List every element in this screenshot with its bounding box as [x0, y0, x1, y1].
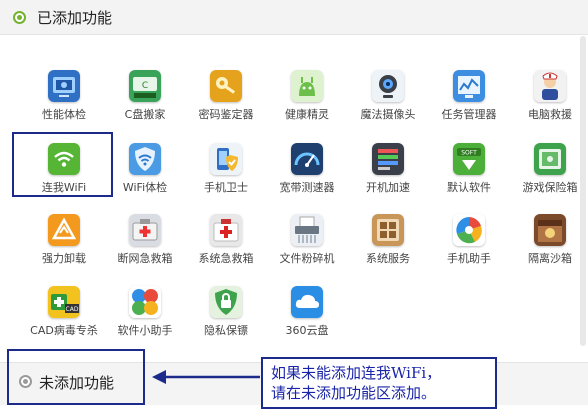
magic-camera-icon: [372, 70, 404, 102]
privacy-guard-icon: [210, 286, 242, 318]
app-item[interactable]: 隐私保镖: [188, 286, 264, 350]
app-label: 密码鉴定器: [198, 108, 254, 121]
app-label: 性能体检: [42, 108, 86, 121]
app-item[interactable]: 隔离沙箱: [512, 214, 588, 278]
app-label: 默认软件: [447, 181, 491, 194]
app-label: 360云盘: [285, 324, 329, 337]
app-item[interactable]: WiFi体检: [107, 143, 183, 207]
pc-rescue-icon: [534, 70, 566, 102]
default-software-icon: SOFT: [453, 143, 485, 175]
svg-text:CAD: CAD: [66, 306, 79, 313]
app-item[interactable]: 性能体检: [26, 70, 102, 134]
performance-check-icon: [48, 70, 80, 102]
highlight-box: [7, 349, 145, 405]
app-label: CAD病毒专杀: [30, 324, 98, 337]
app-item[interactable]: 360云盘: [269, 286, 345, 350]
phone-guard-icon: [210, 143, 242, 175]
health-sprite-icon: [291, 70, 323, 102]
svg-text:SOFT: SOFT: [461, 150, 477, 157]
app-item[interactable]: 软件小助手: [107, 286, 183, 350]
game-safe-icon: [534, 143, 566, 175]
file-shredder-icon: [291, 214, 323, 246]
highlight-box: [12, 132, 113, 197]
app-label: 魔法摄像头: [360, 108, 416, 121]
network-firstaid-icon: [129, 214, 161, 246]
app-item[interactable]: 手机助手: [431, 214, 507, 278]
app-item[interactable]: 系统服务: [350, 214, 426, 278]
app-label: C盘搬家: [124, 108, 166, 121]
app-item[interactable]: 任务管理器: [431, 70, 507, 134]
added-section-header: 已添加功能: [0, 0, 588, 35]
app-item[interactable]: 游戏保险箱: [512, 143, 588, 207]
app-item[interactable]: 健康精灵: [269, 70, 345, 134]
app-item[interactable]: 断网急救箱: [107, 214, 183, 278]
system-service-icon: [372, 214, 404, 246]
app-label: 游戏保险箱: [522, 181, 578, 194]
note-line: 请在未添加功能区添加。: [271, 384, 437, 402]
cad-virus-icon: CAD: [48, 286, 80, 318]
app-item[interactable]: 手机卫士: [188, 143, 264, 207]
app-label: 文件粉碎机: [279, 252, 335, 265]
section-radio-icon[interactable]: [13, 11, 26, 24]
wifi-check-icon: [129, 143, 161, 175]
app-item[interactable]: 魔法摄像头: [350, 70, 426, 134]
app-label: 宽带测速器: [279, 181, 335, 194]
app-item[interactable]: CAD CAD病毒专杀: [26, 286, 102, 350]
app-label: 软件小助手: [117, 324, 173, 337]
cloud-disk-icon: [291, 286, 323, 318]
app-label: 任务管理器: [441, 108, 497, 121]
added-section-title: 已添加功能: [37, 9, 113, 27]
app-label: 健康精灵: [285, 108, 329, 121]
app-item[interactable]: 文件粉碎机: [269, 214, 345, 278]
app-label: 电脑救援: [528, 108, 572, 121]
password-check-icon: [210, 70, 242, 102]
task-manager-icon: [453, 70, 485, 102]
c-drive-move-icon: C: [129, 70, 161, 102]
force-uninstall-icon: [48, 214, 80, 246]
note-line: 如果未能添加连我WiFi，: [271, 364, 442, 382]
app-label: 系统服务: [366, 252, 410, 265]
app-item[interactable]: 密码鉴定器: [188, 70, 264, 134]
speed-test-icon: [291, 143, 323, 175]
app-item[interactable]: 宽带测速器: [269, 143, 345, 207]
app-label: 开机加速: [366, 181, 410, 194]
app-label: 手机助手: [447, 252, 491, 265]
app-label: 隔离沙箱: [528, 252, 572, 265]
app-item[interactable]: 系统急救箱: [188, 214, 264, 278]
app-label: 系统急救箱: [198, 252, 254, 265]
app-label: 手机卫士: [204, 181, 248, 194]
boot-speedup-icon: [372, 143, 404, 175]
software-helper-icon: [129, 286, 161, 318]
app-item[interactable]: SOFT 默认软件: [431, 143, 507, 207]
annotation-note: 如果未能添加连我WiFi， 请在未添加功能区添加。: [261, 357, 497, 409]
app-label: 断网急救箱: [117, 252, 173, 265]
system-firstaid-icon: [210, 214, 242, 246]
app-item[interactable]: 开机加速: [350, 143, 426, 207]
app-item[interactable]: 强力卸载: [26, 214, 102, 278]
app-item[interactable]: C C盘搬家: [107, 70, 183, 134]
phone-assistant-icon: [453, 214, 485, 246]
sandbox-icon: [534, 214, 566, 246]
app-item[interactable]: 电脑救援: [512, 70, 588, 134]
app-label: 强力卸载: [42, 252, 86, 265]
arrow-left-icon: [152, 370, 260, 384]
svg-text:C: C: [142, 81, 148, 91]
app-label: 隐私保镖: [204, 324, 248, 337]
